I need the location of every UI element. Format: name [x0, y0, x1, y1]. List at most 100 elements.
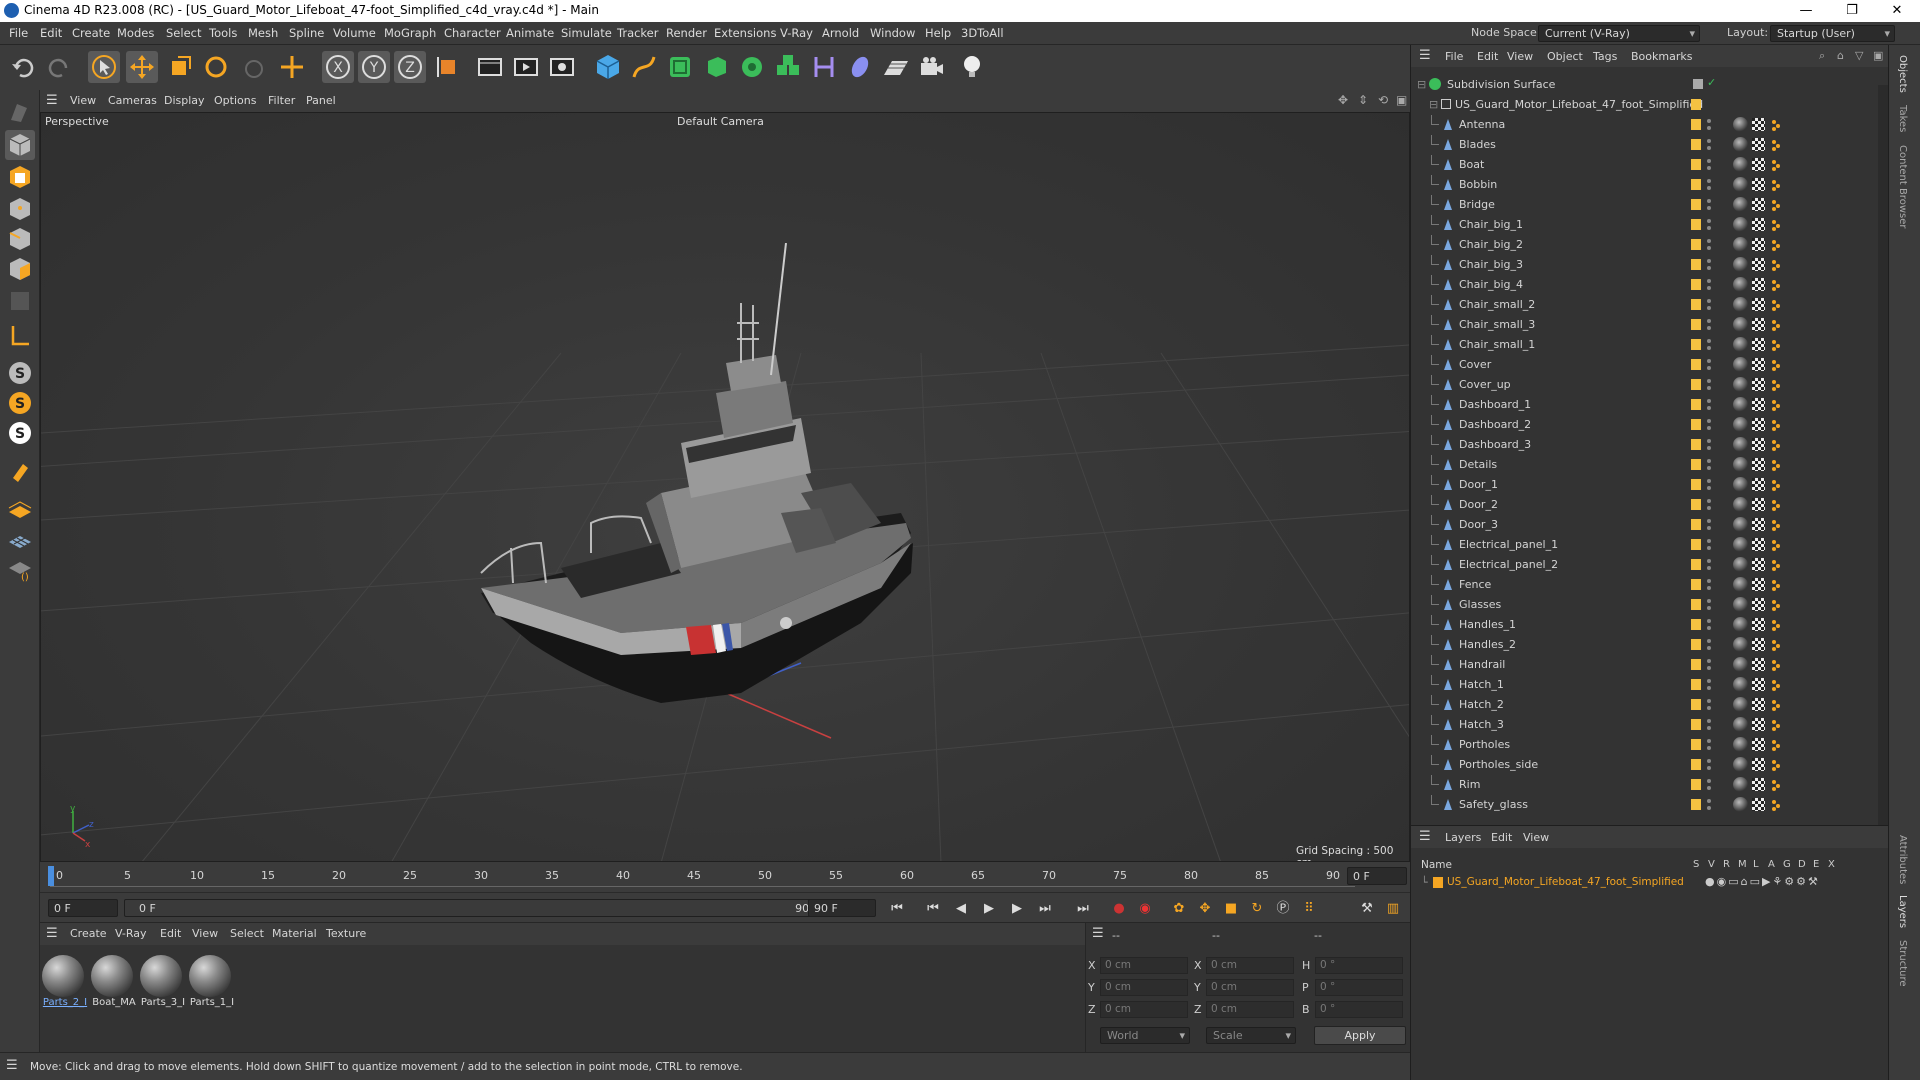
phong-tag-icon[interactable] — [1771, 539, 1781, 551]
object-row[interactable]: Electrical_panel_1 — [1411, 535, 1879, 555]
object-row[interactable]: Bridge — [1411, 195, 1879, 215]
uvw-tag-icon[interactable] — [1752, 298, 1765, 311]
layer-tag-icon[interactable] — [1691, 299, 1701, 310]
y-axis-lock-icon[interactable]: Y — [358, 51, 390, 83]
next-key-icon[interactable]: ⏭ — [1034, 898, 1056, 920]
z-axis-lock-icon[interactable]: Z — [394, 51, 426, 83]
tab-structure[interactable]: Structure — [1897, 940, 1908, 987]
object-row[interactable]: Dashboard_3 — [1411, 435, 1879, 455]
home-icon[interactable]: ⌂ — [1837, 49, 1844, 62]
visibility-dots-icon[interactable] — [1706, 738, 1712, 752]
material-swatch[interactable]: Boat_MA — [91, 955, 136, 1008]
material-swatch[interactable]: Parts_3_I — [140, 955, 185, 1008]
floor-icon[interactable] — [880, 51, 912, 83]
uvw-tag-icon[interactable] — [1752, 538, 1765, 551]
menu-mograph[interactable]: MoGraph — [384, 26, 436, 40]
phong-tag-icon[interactable] — [1771, 739, 1781, 751]
menu-simulate[interactable]: Simulate — [561, 26, 612, 40]
material-tag-icon[interactable] — [1733, 297, 1748, 312]
texture-mode-icon[interactable] — [5, 162, 35, 192]
visibility-dots-icon[interactable] — [1706, 418, 1712, 432]
menu-mesh[interactable]: Mesh — [248, 26, 278, 40]
visibility-dots-icon[interactable] — [1706, 518, 1712, 532]
layer-tag-icon[interactable] — [1691, 699, 1701, 710]
edges-mode-icon[interactable] — [5, 224, 35, 254]
autokey-icon[interactable]: ◉ — [1134, 898, 1156, 920]
layer-tag-icon[interactable] — [1691, 479, 1701, 490]
next-frame-icon[interactable]: ▶ — [1006, 898, 1028, 920]
material-tag-icon[interactable] — [1733, 397, 1748, 412]
tree-row-root[interactable]: ⊟ Subdivision Surface ✓ — [1411, 75, 1879, 95]
maximize-button[interactable]: ❐ — [1829, 0, 1875, 22]
uvw-tag-icon[interactable] — [1752, 238, 1765, 251]
visibility-dots-icon[interactable] — [1706, 398, 1712, 412]
object-row[interactable]: Electrical_panel_2 — [1411, 555, 1879, 575]
uvw-tag-icon[interactable] — [1752, 318, 1765, 331]
layer-tag-icon[interactable] — [1691, 399, 1701, 410]
menu-tracker[interactable]: Tracker — [617, 26, 659, 40]
viewport-menu-panel[interactable]: Panel — [306, 94, 336, 107]
object-row[interactable]: Details — [1411, 455, 1879, 475]
layer-tag-icon[interactable] — [1691, 119, 1701, 130]
visibility-dots-icon[interactable] — [1706, 538, 1712, 552]
phong-tag-icon[interactable] — [1771, 399, 1781, 411]
phong-tag-icon[interactable] — [1771, 379, 1781, 391]
panel-menu-icon[interactable]: ☰ — [6, 1058, 18, 1073]
menu-create[interactable]: Create — [72, 26, 110, 40]
menu-select[interactable]: Select — [166, 26, 201, 40]
material-tag-icon[interactable] — [1733, 677, 1748, 692]
world-dropdown[interactable]: World — [1100, 1027, 1190, 1044]
uvw-tag-icon[interactable] — [1752, 198, 1765, 211]
phong-tag-icon[interactable] — [1771, 499, 1781, 511]
uvw-tag-icon[interactable] — [1752, 498, 1765, 511]
parameter-track-icon[interactable]: Ⓟ — [1272, 898, 1294, 920]
phong-tag-icon[interactable] — [1771, 339, 1781, 351]
minimize-button[interactable]: — — [1783, 0, 1829, 22]
layer-tag-icon[interactable] — [1691, 339, 1701, 350]
menu-arnold[interactable]: Arnold — [822, 26, 859, 40]
visibility-dots-icon[interactable] — [1706, 158, 1712, 172]
visibility-dots-icon[interactable] — [1706, 338, 1712, 352]
viewport-3d[interactable]: Perspective Default Camera Grid Spacing … — [40, 112, 1410, 862]
size-z-field[interactable]: 0 cm — [1206, 1001, 1294, 1018]
uvw-tag-icon[interactable] — [1752, 678, 1765, 691]
visibility-dots-icon[interactable] — [1706, 798, 1712, 812]
material-tag-icon[interactable] — [1733, 557, 1748, 572]
mat-menu-vray[interactable]: V-Ray — [115, 927, 147, 940]
layer-tag-icon[interactable] — [1691, 239, 1701, 250]
menu-window[interactable]: Window — [870, 26, 915, 40]
object-row[interactable]: Fence — [1411, 575, 1879, 595]
layer-tag-icon[interactable] — [1691, 559, 1701, 570]
phong-tag-icon[interactable] — [1771, 359, 1781, 371]
menu-3dtoall[interactable]: 3DToAll — [961, 26, 1004, 40]
menu-render[interactable]: Render — [666, 26, 707, 40]
visibility-dots-icon[interactable] — [1706, 478, 1712, 492]
layer-tag-icon[interactable] — [1691, 259, 1701, 270]
visibility-dots-icon[interactable] — [1706, 618, 1712, 632]
rot-p-field[interactable]: 0 ° — [1315, 979, 1403, 996]
visibility-dots-icon[interactable] — [1706, 498, 1712, 512]
mograph-cloner-icon[interactable] — [772, 51, 804, 83]
layer-tag-icon[interactable] — [1691, 759, 1701, 770]
phong-tag-icon[interactable] — [1771, 659, 1781, 671]
point-level-anim-icon[interactable]: ⠿ — [1298, 898, 1320, 920]
pos-z-field[interactable]: 0 cm — [1100, 1001, 1188, 1018]
visibility-dots-icon[interactable] — [1706, 298, 1712, 312]
phong-tag-icon[interactable] — [1771, 559, 1781, 571]
menu-animate[interactable]: Animate — [506, 26, 554, 40]
uvw-tag-icon[interactable] — [1752, 358, 1765, 371]
snap-settings-icon[interactable]: S — [5, 388, 35, 418]
phong-tag-icon[interactable] — [1771, 219, 1781, 231]
layer-tag-icon[interactable] — [1691, 319, 1701, 330]
layer-tag-icon[interactable] — [1691, 779, 1701, 790]
object-row[interactable]: Portholes — [1411, 735, 1879, 755]
close-button[interactable]: ✕ — [1874, 0, 1920, 22]
uvw-tag-icon[interactable] — [1752, 178, 1765, 191]
phong-tag-icon[interactable] — [1771, 619, 1781, 631]
scale-dropdown[interactable]: Scale — [1206, 1027, 1296, 1044]
prev-key-icon[interactable]: ⏮ — [922, 898, 944, 920]
material-tag-icon[interactable] — [1733, 117, 1748, 132]
visibility-dots-icon[interactable] — [1706, 558, 1712, 572]
menu-vray[interactable]: V-Ray — [780, 26, 813, 40]
layer-row[interactable]: └ US_Guard_Motor_Lifeboat_47_foot_Simpli… — [1421, 874, 1881, 892]
